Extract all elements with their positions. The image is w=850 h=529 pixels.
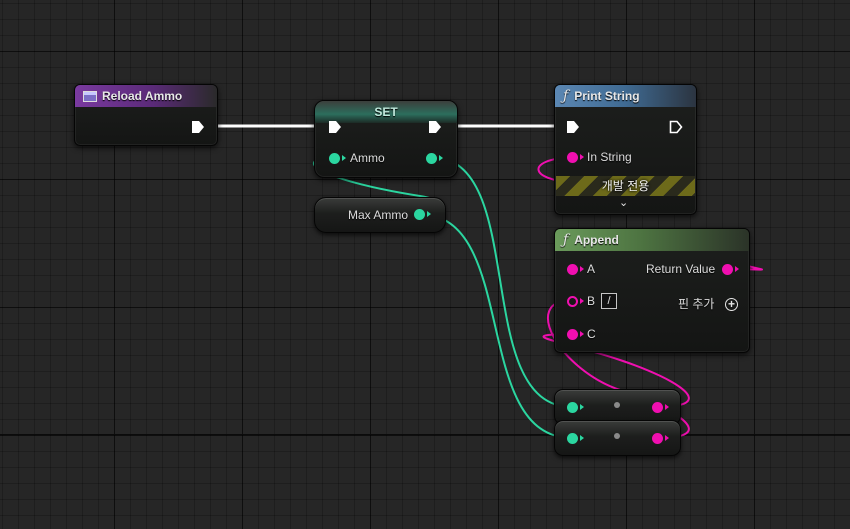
print-string-node[interactable]: ƒ Print String In String 개발 전용 ⌄ — [554, 84, 697, 215]
append-c-pin[interactable] — [567, 329, 578, 340]
set-ammo-in-pin[interactable] — [329, 153, 340, 164]
append-c-arrow — [580, 331, 584, 337]
reroute-2-in-pin[interactable] — [567, 433, 578, 444]
append-add-pin-label[interactable]: 핀 추가 — [678, 297, 714, 311]
reroute-1-in-pin[interactable] — [567, 402, 578, 413]
append-return-value-pin[interactable] — [722, 264, 733, 275]
print-in-string-pin[interactable] — [567, 152, 578, 163]
append-node[interactable]: ƒ Append A B / C Return Value 핀 추가 + — [554, 228, 750, 353]
reroute-2-dot — [614, 433, 620, 439]
set-node[interactable]: SET Ammo — [314, 100, 458, 178]
event-icon — [83, 90, 97, 102]
add-pin-icon[interactable]: + — [725, 298, 738, 311]
set-ammo-out-arrow — [439, 155, 443, 161]
print-exec-out-pin[interactable] — [669, 120, 683, 134]
function-icon: ƒ — [563, 232, 569, 248]
print-exec-in-pin[interactable] — [566, 120, 580, 134]
append-header: ƒ Append — [555, 229, 749, 251]
append-b-value-field[interactable]: / — [601, 293, 617, 309]
append-a-label: A — [587, 262, 596, 276]
print-string-header: ƒ Print String — [555, 85, 696, 107]
append-return-value-arrow — [735, 266, 739, 272]
reroute-2-out-pin[interactable] — [652, 433, 663, 444]
append-b-arrow — [580, 298, 584, 304]
append-b-label: B — [587, 294, 596, 308]
max-ammo-getter-node[interactable]: Max Ammo — [314, 197, 446, 233]
append-a-arrow — [580, 266, 584, 272]
max-ammo-out-arrow — [427, 211, 431, 217]
reroute-node-2[interactable] — [554, 420, 681, 456]
reroute-2-out-arrow — [665, 435, 669, 441]
print-in-string-label: In String — [587, 150, 632, 164]
function-icon: ƒ — [563, 88, 569, 104]
development-only-label: 개발 전용 — [601, 179, 650, 193]
append-title: Append — [574, 233, 619, 247]
set-exec-in-pin[interactable] — [328, 120, 342, 134]
set-ammo-out-pin[interactable] — [426, 153, 437, 164]
reroute-1-in-arrow — [580, 404, 584, 410]
reroute-2-in-arrow — [580, 435, 584, 441]
print-in-string-arrow — [580, 154, 584, 160]
append-a-pin[interactable] — [567, 264, 578, 275]
max-ammo-out-pin[interactable] — [414, 209, 425, 220]
reroute-1-out-arrow — [665, 404, 669, 410]
development-only-banner: 개발 전용 — [556, 176, 695, 196]
reroute-1-out-pin[interactable] — [652, 402, 663, 413]
max-ammo-label: Max Ammo — [348, 208, 409, 222]
graph-origin-line — [0, 434, 850, 435]
append-b-pin[interactable] — [567, 296, 578, 307]
set-title: SET — [374, 105, 398, 119]
reload-ammo-header: Reload Ammo — [75, 85, 217, 107]
reroute-1-dot — [614, 402, 620, 408]
set-ammo-in-arrow — [342, 155, 346, 161]
reload-ammo-title: Reload Ammo — [102, 89, 183, 103]
chevron-down-icon[interactable]: ⌄ — [619, 196, 628, 209]
print-string-title: Print String — [574, 89, 640, 103]
append-return-value-label: Return Value — [646, 262, 716, 276]
set-ammo-label: Ammo — [350, 151, 385, 165]
reload-ammo-event-node[interactable]: Reload Ammo — [74, 84, 218, 146]
set-exec-out-pin[interactable] — [428, 120, 442, 134]
exec-out-pin[interactable] — [191, 120, 205, 134]
append-c-label: C — [587, 327, 596, 341]
